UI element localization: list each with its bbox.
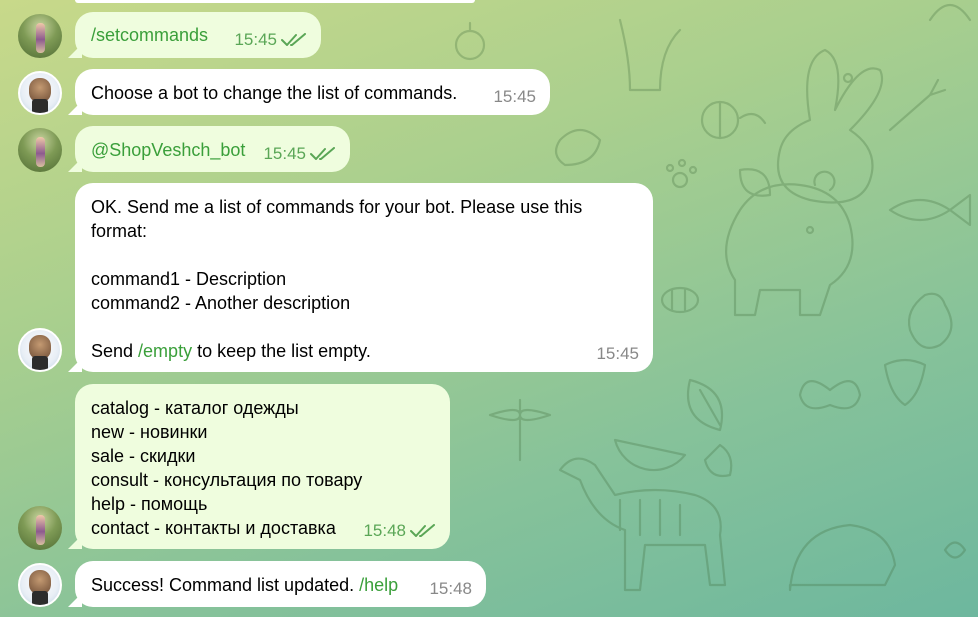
chat-history[interactable]: /setcommands 15:45 Choose a bot to chang… (0, 0, 978, 617)
message-line: sale - скидки (91, 446, 196, 466)
double-check-icon (281, 33, 306, 46)
message-text: Success! Command list updated. (91, 575, 360, 595)
bot-avatar[interactable] (18, 71, 62, 115)
outgoing-message[interactable]: /setcommands 15:45 (68, 12, 321, 58)
user-avatar[interactable] (18, 506, 62, 550)
message-line: OK. Send me a list of commands for your … (91, 197, 583, 217)
message-meta: 15:45 (596, 342, 639, 366)
mention-link[interactable]: @ShopVeshch_bot (91, 140, 245, 160)
message-line: catalog - каталог одежды (91, 398, 299, 418)
double-check-icon (310, 147, 335, 160)
message-text: Choose a bot to change the list of comma… (91, 83, 458, 103)
outgoing-message[interactable]: catalog - каталог одежды new - новинки s… (68, 384, 450, 549)
bubble-tail (68, 535, 82, 549)
text-segment: Send (91, 341, 139, 361)
message-line: help - помощь (91, 494, 208, 514)
bubble-tail (68, 101, 82, 115)
message-time: 15:45 (596, 344, 639, 363)
message-line: consult - консультация по товару (91, 470, 363, 490)
bubble-tail (68, 358, 82, 372)
user-avatar[interactable] (18, 128, 62, 172)
text-segment: to keep the list empty. (192, 341, 371, 361)
message-meta: 15:48 (429, 577, 472, 601)
double-check-icon (410, 524, 435, 537)
message-line: format: (91, 221, 148, 241)
message-time: 15:45 (493, 87, 536, 106)
incoming-message[interactable]: OK. Send me a list of commands for your … (68, 183, 653, 372)
message-meta: 15:45 (493, 85, 536, 109)
bubble-tail (68, 158, 82, 172)
message-line: ​ (91, 315, 637, 339)
message-line: command1 - Description (91, 269, 287, 289)
message-time: 15:45 (263, 144, 306, 163)
bubble-tail (68, 44, 82, 58)
message-time: 15:48 (363, 521, 406, 540)
message-time: 15:45 (234, 30, 277, 49)
bubble-tail (68, 593, 82, 607)
command-link[interactable]: /setcommands (91, 25, 208, 45)
bot-avatar[interactable] (18, 563, 62, 607)
message-line: new - новинки (91, 422, 208, 442)
message-time: 15:48 (429, 579, 472, 598)
command-link[interactable]: /help (359, 575, 398, 595)
user-avatar[interactable] (18, 14, 62, 58)
message-meta: 15:48 (363, 519, 436, 543)
bot-avatar[interactable] (18, 328, 62, 372)
message-line: Send /empty to keep the list empty. (91, 339, 637, 363)
previous-message-edge (75, 0, 475, 3)
message-line: command2 - Another description (91, 293, 351, 313)
message-line: ​ (91, 243, 637, 267)
incoming-message[interactable]: Choose a bot to change the list of comma… (68, 69, 550, 115)
outgoing-message[interactable]: @ShopVeshch_bot 15:45 (68, 126, 350, 172)
message-meta: 15:45 (234, 28, 307, 52)
incoming-message[interactable]: Success! Command list updated. /help 15:… (68, 561, 486, 607)
message-meta: 15:45 (263, 142, 336, 166)
command-link[interactable]: /empty (138, 341, 192, 361)
